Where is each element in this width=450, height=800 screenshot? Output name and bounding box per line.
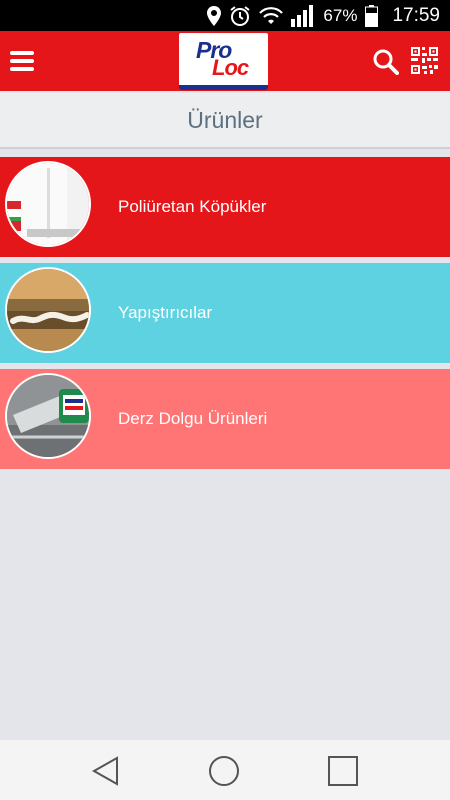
page-title-bar: Ürünler bbox=[0, 93, 450, 149]
search-icon[interactable] bbox=[373, 49, 399, 75]
product-thumbnail bbox=[5, 373, 91, 459]
qr-code-icon[interactable] bbox=[411, 47, 438, 74]
alarm-icon bbox=[229, 5, 251, 27]
product-thumbnail bbox=[5, 161, 91, 247]
clock: 17:59 bbox=[392, 4, 440, 26]
home-icon[interactable] bbox=[208, 755, 240, 787]
battery-icon bbox=[365, 4, 379, 27]
location-icon bbox=[207, 5, 222, 26]
recents-icon[interactable] bbox=[327, 755, 359, 787]
list-item-poliuretan-kopukler[interactable]: Poliüretan Köpükler bbox=[0, 157, 450, 257]
signal-icon bbox=[291, 4, 315, 27]
proloc-logo: Pro Loc bbox=[179, 33, 268, 90]
logo-text-loc: Loc bbox=[212, 55, 249, 80]
list-item-label: Poliüretan Köpükler bbox=[118, 197, 267, 216]
list-item-label: Yapıştırıcılar bbox=[118, 303, 213, 322]
list-item-derz-dolgu-urunleri[interactable]: Derz Dolgu Ürünleri bbox=[0, 369, 450, 469]
list-item-label: Derz Dolgu Ürünleri bbox=[118, 409, 268, 428]
navigation-bar bbox=[0, 740, 450, 800]
page-title: Ürünler bbox=[187, 106, 263, 133]
status-bar: 67% 17:59 bbox=[0, 0, 450, 31]
product-thumbnail bbox=[5, 267, 91, 353]
list-item-yapistiricilar[interactable]: Yapıştırıcılar bbox=[0, 263, 450, 363]
battery-percent: 67% bbox=[323, 5, 358, 25]
back-icon[interactable] bbox=[90, 755, 122, 787]
wifi-icon bbox=[259, 6, 284, 26]
menu-icon[interactable] bbox=[10, 51, 34, 71]
